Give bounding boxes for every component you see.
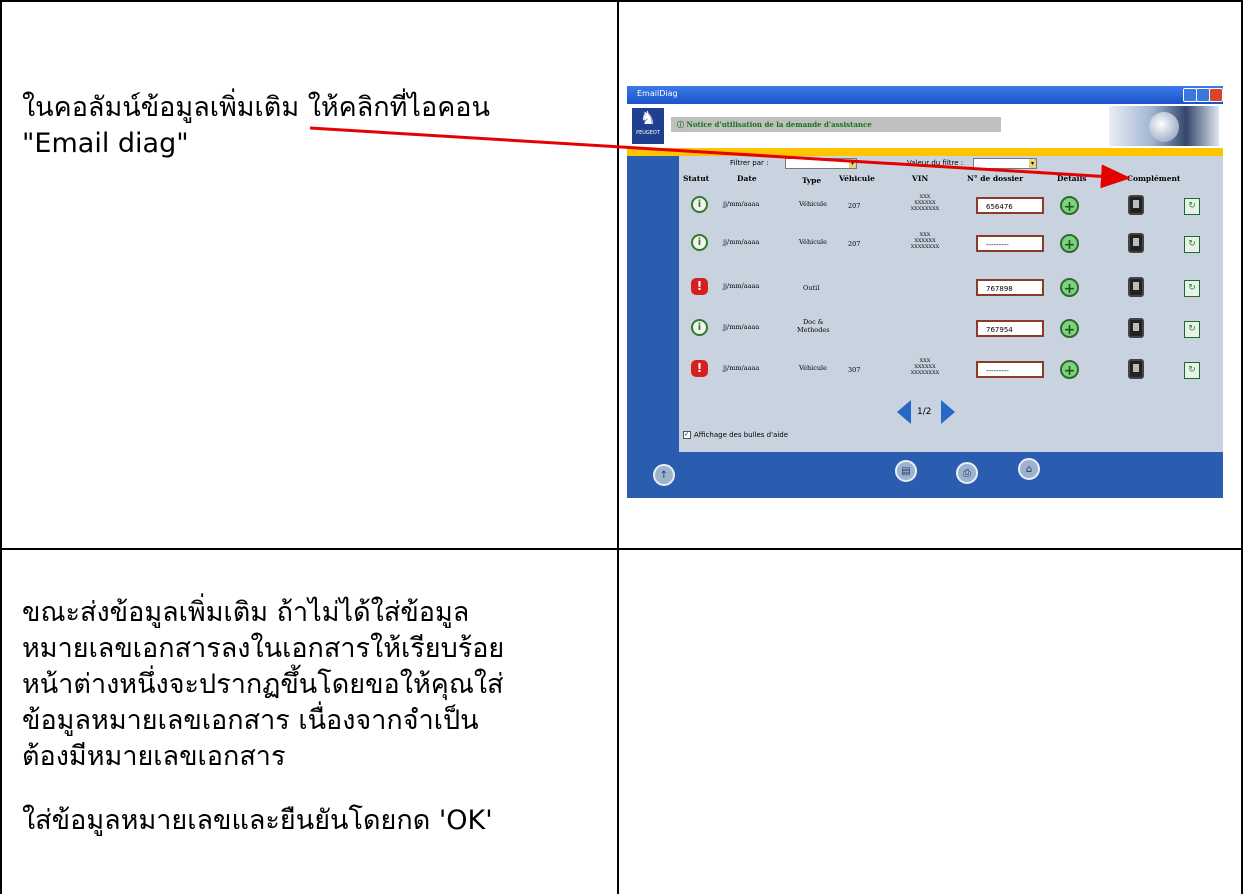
annotation-arrow — [309, 126, 1131, 189]
